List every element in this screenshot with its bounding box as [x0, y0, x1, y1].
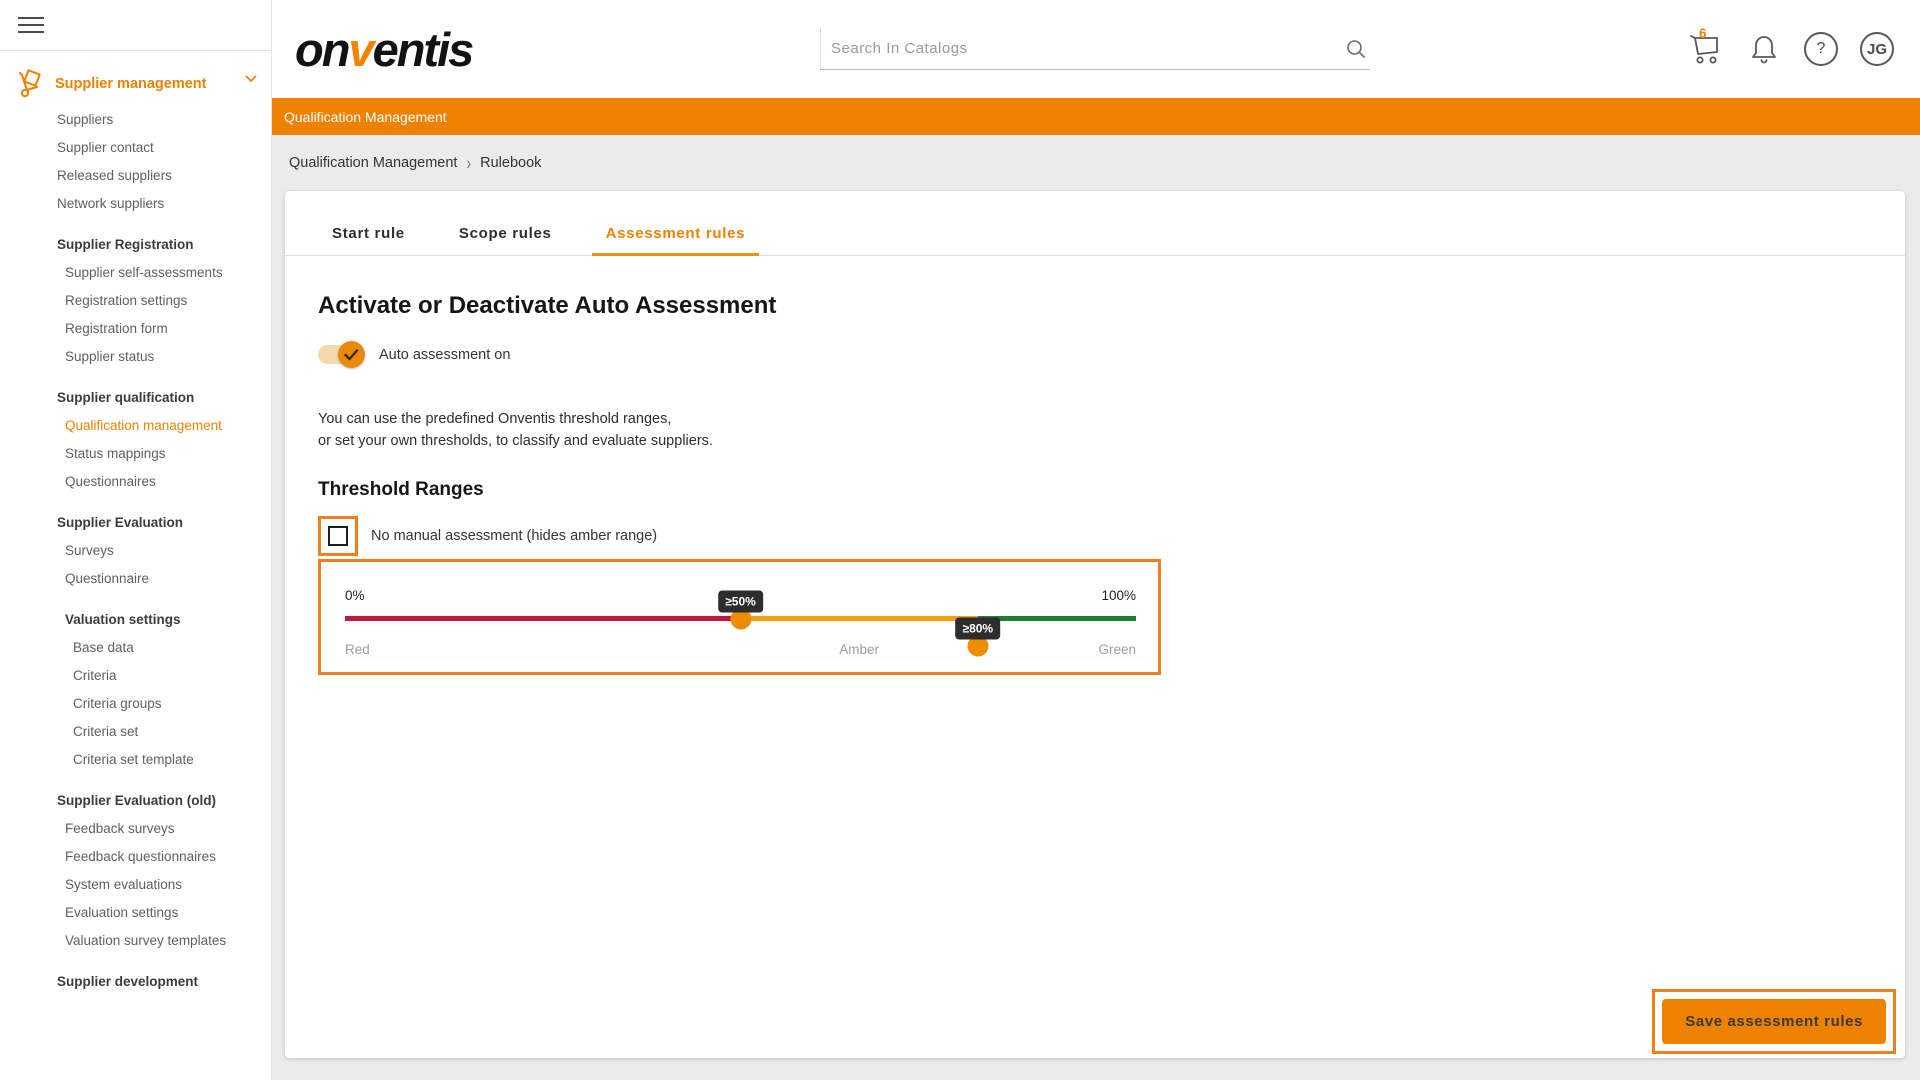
sidebar-item-qualification-management[interactable]: Qualification management: [0, 411, 271, 439]
sidebar-section-supplier-evaluation-old[interactable]: Supplier Evaluation (old): [0, 786, 271, 814]
sidebar-item-questionnaire[interactable]: Questionnaire: [0, 564, 271, 592]
save-button-annotation-box: Save assessment rules: [1652, 989, 1896, 1054]
sidebar-item-supplier-management[interactable]: Supplier management: [0, 63, 271, 105]
onventis-logo: onventis: [295, 22, 474, 76]
cart-badge: 6: [1699, 26, 1707, 41]
sidebar-item-criteria-set[interactable]: Criteria set: [0, 717, 271, 745]
sidebar-item-feedback-surveys[interactable]: Feedback surveys: [0, 814, 271, 842]
no-manual-assessment-checkbox[interactable]: [328, 526, 348, 546]
content-card: Start rule Scope rules Assessment rules …: [285, 191, 1905, 1058]
zone-label-green: Green: [1098, 642, 1136, 657]
no-manual-assessment-row: No manual assessment (hides amber range): [318, 516, 1905, 556]
slider-tooltip-50: ≥50%: [718, 590, 763, 612]
tab-bar: Start rule Scope rules Assessment rules: [285, 191, 1905, 256]
cart-icon[interactable]: 6: [1686, 26, 1724, 68]
sidebar-item-network-suppliers[interactable]: Network suppliers: [0, 189, 271, 217]
breadcrumb-rulebook[interactable]: Rulebook: [480, 155, 541, 171]
sidebar-section-valuation-settings[interactable]: Valuation settings: [0, 605, 271, 633]
sidebar-item-surveys[interactable]: Surveys: [0, 536, 271, 564]
auto-assessment-toggle[interactable]: [318, 341, 365, 368]
header-icons: 6 ? JG: [1686, 0, 1894, 98]
avatar[interactable]: JG: [1860, 32, 1894, 66]
slider-zone-labels: Red Amber Green: [345, 642, 1136, 660]
sidebar: Supplier management Suppliers Supplier c…: [0, 0, 272, 1080]
sidebar-item-criteria-set-template[interactable]: Criteria set template: [0, 745, 271, 773]
search-icon[interactable]: [1344, 37, 1368, 61]
sidebar-item-suppliers[interactable]: Suppliers: [0, 105, 271, 133]
sidebar-item-questionnaires[interactable]: Questionnaires: [0, 467, 271, 495]
sidebar-item-supplier-contact[interactable]: Supplier contact: [0, 133, 271, 161]
zone-label-amber: Amber: [839, 642, 880, 657]
page-banner-title: Qualification Management: [284, 108, 447, 125]
sidebar-section-supplier-development[interactable]: Supplier development: [0, 967, 271, 995]
sidebar-item-supplier-status[interactable]: Supplier status: [0, 342, 271, 370]
sidebar-item-system-evaluations[interactable]: System evaluations: [0, 870, 271, 898]
sidebar-section-supplier-registration[interactable]: Supplier Registration: [0, 230, 271, 258]
checkbox-annotation-box: [318, 516, 358, 556]
slider-handle-50[interactable]: ≥50%: [718, 590, 763, 629]
sidebar-nav: Supplier management Suppliers Supplier c…: [0, 51, 271, 995]
handtruck-icon: [19, 69, 41, 98]
tab-scope-rules[interactable]: Scope rules: [445, 215, 566, 255]
checkbox-label: No manual assessment (hides amber range): [371, 528, 658, 544]
sidebar-item-feedback-questionnaires[interactable]: Feedback questionnaires: [0, 842, 271, 870]
app-header: onventis 6: [272, 0, 1920, 98]
save-assessment-rules-button[interactable]: Save assessment rules: [1662, 999, 1886, 1044]
help-icon[interactable]: ?: [1804, 32, 1838, 66]
assessment-rules-panel: Activate or Deactivate Auto Assessment A…: [285, 256, 1905, 675]
threshold-slider-track[interactable]: ≥50% ≥80%: [345, 590, 1136, 656]
chevron-down-icon: [245, 75, 257, 83]
sidebar-item-criteria-groups[interactable]: Criteria groups: [0, 689, 271, 717]
sidebar-item-registration-form[interactable]: Registration form: [0, 314, 271, 342]
slider-segment-green: [977, 616, 1136, 621]
slider-segment-red: [345, 616, 741, 621]
sidebar-top-bar: [0, 0, 271, 51]
sidebar-item-released-suppliers[interactable]: Released suppliers: [0, 161, 271, 189]
search-input[interactable]: [821, 40, 1344, 57]
tab-start-rule[interactable]: Start rule: [318, 215, 419, 255]
sidebar-section-supplier-evaluation[interactable]: Supplier Evaluation: [0, 508, 271, 536]
slider-tooltip-80: ≥80%: [955, 617, 1001, 639]
breadcrumb-qualification-management[interactable]: Qualification Management: [289, 155, 457, 171]
section-title-threshold-ranges: Threshold Ranges: [318, 479, 484, 500]
slider-segment-amber: [740, 616, 978, 621]
description-text: You can use the predefined Onventis thre…: [318, 408, 1905, 452]
page-banner: Qualification Management: [272, 98, 1920, 135]
sidebar-item-criteria[interactable]: Criteria: [0, 661, 271, 689]
check-icon: [344, 348, 359, 360]
threshold-slider-annotation-box: 0% 100% ≥50% ≥80% Red Amber Green: [318, 559, 1161, 675]
sidebar-item-valuation-survey-templates[interactable]: Valuation survey templates: [0, 926, 271, 954]
tab-assessment-rules[interactable]: Assessment rules: [591, 215, 760, 256]
sidebar-item-registration-settings[interactable]: Registration settings: [0, 286, 271, 314]
sidebar-item-status-mappings[interactable]: Status mappings: [0, 439, 271, 467]
sidebar-section-supplier-qualification[interactable]: Supplier qualification: [0, 383, 271, 411]
sidebar-item-label: Supplier management: [55, 76, 207, 92]
zone-label-red: Red: [345, 642, 370, 657]
auto-assessment-toggle-row: Auto assessment on: [318, 341, 1905, 368]
sidebar-item-supplier-self-assessments[interactable]: Supplier self-assessments: [0, 258, 271, 286]
breadcrumb: Qualification Management › Rulebook: [272, 135, 1920, 191]
sidebar-item-evaluation-settings[interactable]: Evaluation settings: [0, 898, 271, 926]
hamburger-menu-icon[interactable]: [18, 12, 44, 38]
breadcrumb-separator-icon: ›: [466, 152, 472, 174]
section-title-auto-assessment: Activate or Deactivate Auto Assessment: [318, 292, 777, 319]
main-column: onventis 6: [272, 0, 1920, 1080]
description-line-1: You can use the predefined Onventis thre…: [318, 411, 672, 427]
bell-icon[interactable]: [1746, 31, 1782, 67]
toggle-thumb: [338, 341, 365, 368]
slider-min-label: 0%: [345, 588, 365, 603]
sidebar-item-base-data[interactable]: Base data: [0, 633, 271, 661]
description-line-2: or set your own thresholds, to classify …: [318, 433, 713, 449]
toggle-label: Auto assessment on: [379, 346, 511, 363]
catalog-search: [820, 28, 1370, 70]
slider-max-label: 100%: [1101, 588, 1136, 603]
